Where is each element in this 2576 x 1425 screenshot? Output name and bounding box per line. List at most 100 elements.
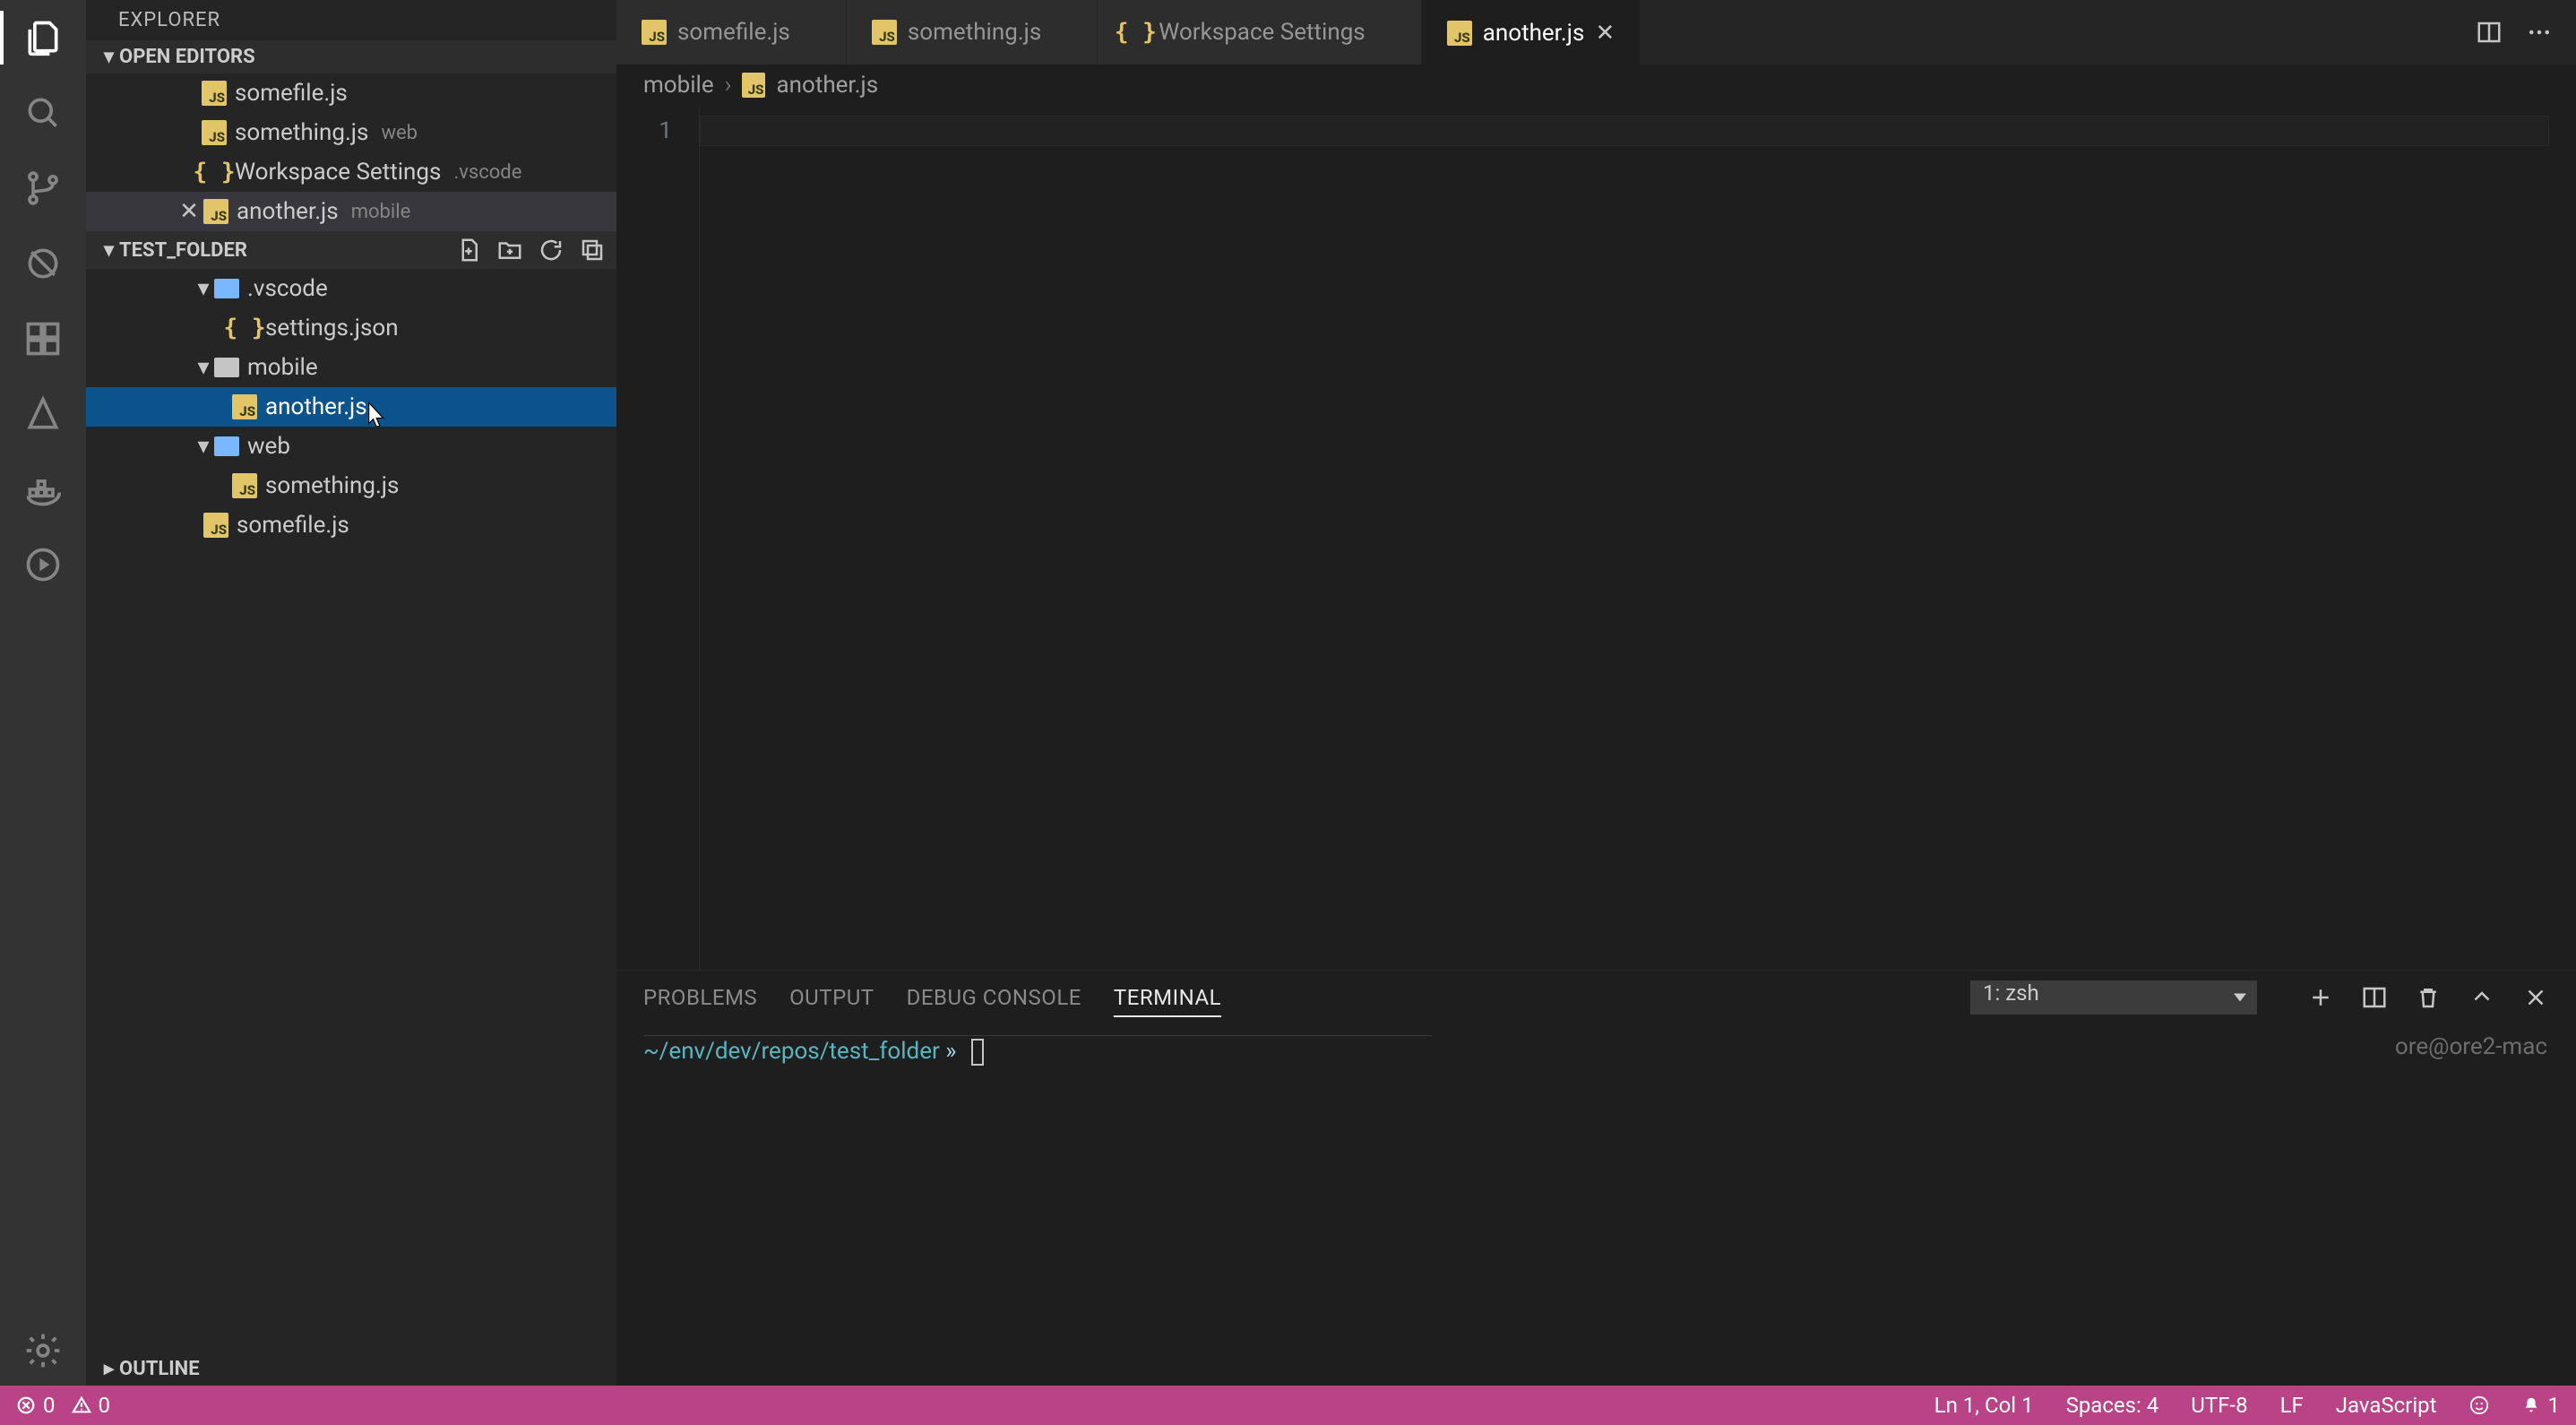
status-encoding[interactable]: UTF-8 (2191, 1393, 2247, 1418)
tree-file[interactable]: JS something.js (86, 466, 616, 505)
open-editors-header[interactable]: ▾ OPEN EDITORS (86, 40, 616, 73)
activity-search[interactable] (16, 86, 70, 140)
chevron-right-icon: › (725, 72, 732, 99)
open-editor-hint: web (381, 122, 418, 144)
breadcrumb-segment[interactable]: mobile (643, 72, 714, 99)
more-icon[interactable] (2526, 19, 2553, 46)
panel-tab-terminal[interactable]: TERMINAL (1114, 985, 1221, 1010)
status-errors[interactable]: 0 (16, 1393, 56, 1418)
breadcrumb[interactable]: mobile › JS another.js (616, 65, 2576, 106)
js-icon: JS (742, 73, 765, 98)
close-icon[interactable]: ✕ (1052, 19, 1072, 46)
open-editor-item[interactable]: JS something.js web (86, 113, 616, 152)
terminal-prompt-sep: » (940, 1038, 962, 1065)
activity-explorer[interactable] (16, 11, 70, 65)
panel-tab-debug-console[interactable]: DEBUG CONSOLE (907, 985, 1081, 1010)
outline-label: OUTLINE (119, 1358, 200, 1380)
activity-extensions[interactable] (16, 312, 70, 366)
refresh-icon[interactable] (538, 237, 564, 263)
panel-tab-output[interactable]: OUTPUT (789, 985, 874, 1010)
status-spaces[interactable]: Spaces: 4 (2066, 1393, 2159, 1418)
panel-tab-problems[interactable]: PROBLEMS (643, 985, 757, 1010)
tree-folder[interactable]: ▾ web (86, 427, 616, 466)
new-terminal-icon[interactable] (2307, 984, 2334, 1011)
outline-header[interactable]: ▸ OUTLINE (86, 1352, 616, 1386)
status-language[interactable]: JavaScript (2336, 1393, 2437, 1418)
terminal-body[interactable]: ~/env/dev/repos/test_folder » ore@ore2-m… (616, 1024, 2576, 1386)
tab-label: Workspace Settings (1159, 19, 1365, 46)
live-share-icon (23, 545, 63, 584)
open-editor-hint: .vscode (453, 161, 521, 184)
smiley-icon (2469, 1395, 2489, 1415)
line-number: 1 (616, 116, 672, 146)
status-eol[interactable]: LF (2280, 1393, 2304, 1418)
editor-tab[interactable]: JS somefile.js ✕ (616, 0, 847, 65)
close-icon[interactable]: ✕ (176, 198, 202, 225)
status-notification-count: 1 (2548, 1393, 2561, 1418)
new-file-icon[interactable] (455, 237, 482, 263)
close-icon[interactable]: ✕ (801, 19, 821, 46)
status-error-count: 0 (43, 1393, 56, 1418)
code-editor[interactable]: 1 (616, 106, 2576, 970)
editor-tab[interactable]: JS something.js ✕ (847, 0, 1098, 65)
terminal-prompt-path: ~/env/dev/repos/test_folder (643, 1038, 940, 1065)
chevron-down-icon: ▾ (194, 433, 213, 460)
js-icon: JS (1447, 21, 1472, 46)
activity-azure[interactable] (16, 387, 70, 441)
split-editor-icon[interactable] (2476, 19, 2503, 46)
chevron-down-icon: ▾ (194, 354, 213, 381)
file-tree: ▾ .vscode { } settings.json ▾ mobile JS … (86, 269, 616, 545)
terminal-selector-label: 1: zsh (1970, 980, 2257, 1015)
project-header[interactable]: ▾ TEST_FOLDER (86, 231, 616, 269)
editor-tab[interactable]: { } Workspace Settings ✕ (1098, 0, 1421, 65)
chevron-down-icon: ▾ (194, 275, 213, 302)
editor-tab[interactable]: JS another.js ✕ (1422, 0, 1641, 65)
terminal-host: ore@ore2-mac (2395, 1033, 2547, 1060)
status-warnings[interactable]: 0 (72, 1393, 111, 1418)
warning-icon (72, 1395, 91, 1415)
code-content[interactable] (699, 107, 2576, 970)
activity-debug[interactable] (16, 237, 70, 290)
tree-file[interactable]: { } settings.json (86, 308, 616, 348)
close-icon[interactable]: ✕ (1595, 20, 1615, 47)
status-feedback[interactable] (2469, 1395, 2489, 1415)
tab-label: another.js (1483, 20, 1585, 47)
open-editor-item[interactable]: { } Workspace Settings .vscode (86, 152, 616, 192)
json-icon: { } (1123, 20, 1148, 45)
close-panel-icon[interactable] (2522, 984, 2549, 1011)
kill-terminal-icon[interactable] (2415, 984, 2442, 1011)
activity-settings[interactable] (16, 1332, 70, 1386)
activity-live-share[interactable] (16, 538, 70, 592)
tree-file[interactable]: JS somefile.js (86, 505, 616, 545)
bug-icon (23, 244, 63, 283)
terminal-selector[interactable]: 1: zsh (1970, 980, 2257, 1015)
tree-file[interactable]: JS another.js (86, 387, 616, 427)
new-folder-icon[interactable] (496, 237, 523, 263)
tab-label: somefile.js (677, 19, 790, 46)
editor-tabs: JS somefile.js ✕ JS something.js ✕ { } W… (616, 0, 2576, 65)
activity-source-control[interactable] (16, 161, 70, 215)
js-icon: JS (203, 513, 228, 538)
close-icon[interactable]: ✕ (1376, 19, 1396, 46)
open-editor-item[interactable]: JS somefile.js (86, 73, 616, 113)
status-line-col[interactable]: Ln 1, Col 1 (1934, 1393, 2034, 1418)
js-icon: JS (203, 199, 228, 224)
git-branch-icon (23, 168, 63, 208)
open-editors-list: JS somefile.js JS something.js web { } W… (86, 73, 616, 231)
chevron-down-icon: ▾ (104, 239, 114, 262)
open-editor-hint: mobile (351, 201, 411, 223)
maximize-panel-icon[interactable] (2468, 984, 2495, 1011)
tree-folder[interactable]: ▾ mobile (86, 348, 616, 387)
folder-open-icon (214, 436, 239, 456)
tree-folder[interactable]: ▾ .vscode (86, 269, 616, 308)
explorer-sidebar: EXPLORER ▾ OPEN EDITORS JS somefile.js J… (86, 0, 616, 1386)
error-icon (16, 1395, 36, 1415)
collapse-all-icon[interactable] (579, 237, 606, 263)
activity-docker[interactable] (16, 462, 70, 516)
open-editor-item[interactable]: ✕ JS another.js mobile (86, 192, 616, 231)
split-terminal-icon[interactable] (2361, 984, 2388, 1011)
status-notifications[interactable]: 1 (2521, 1393, 2561, 1418)
tree-label: web (247, 433, 290, 460)
bell-icon (2521, 1395, 2541, 1415)
breadcrumb-segment[interactable]: another.js (776, 72, 878, 99)
